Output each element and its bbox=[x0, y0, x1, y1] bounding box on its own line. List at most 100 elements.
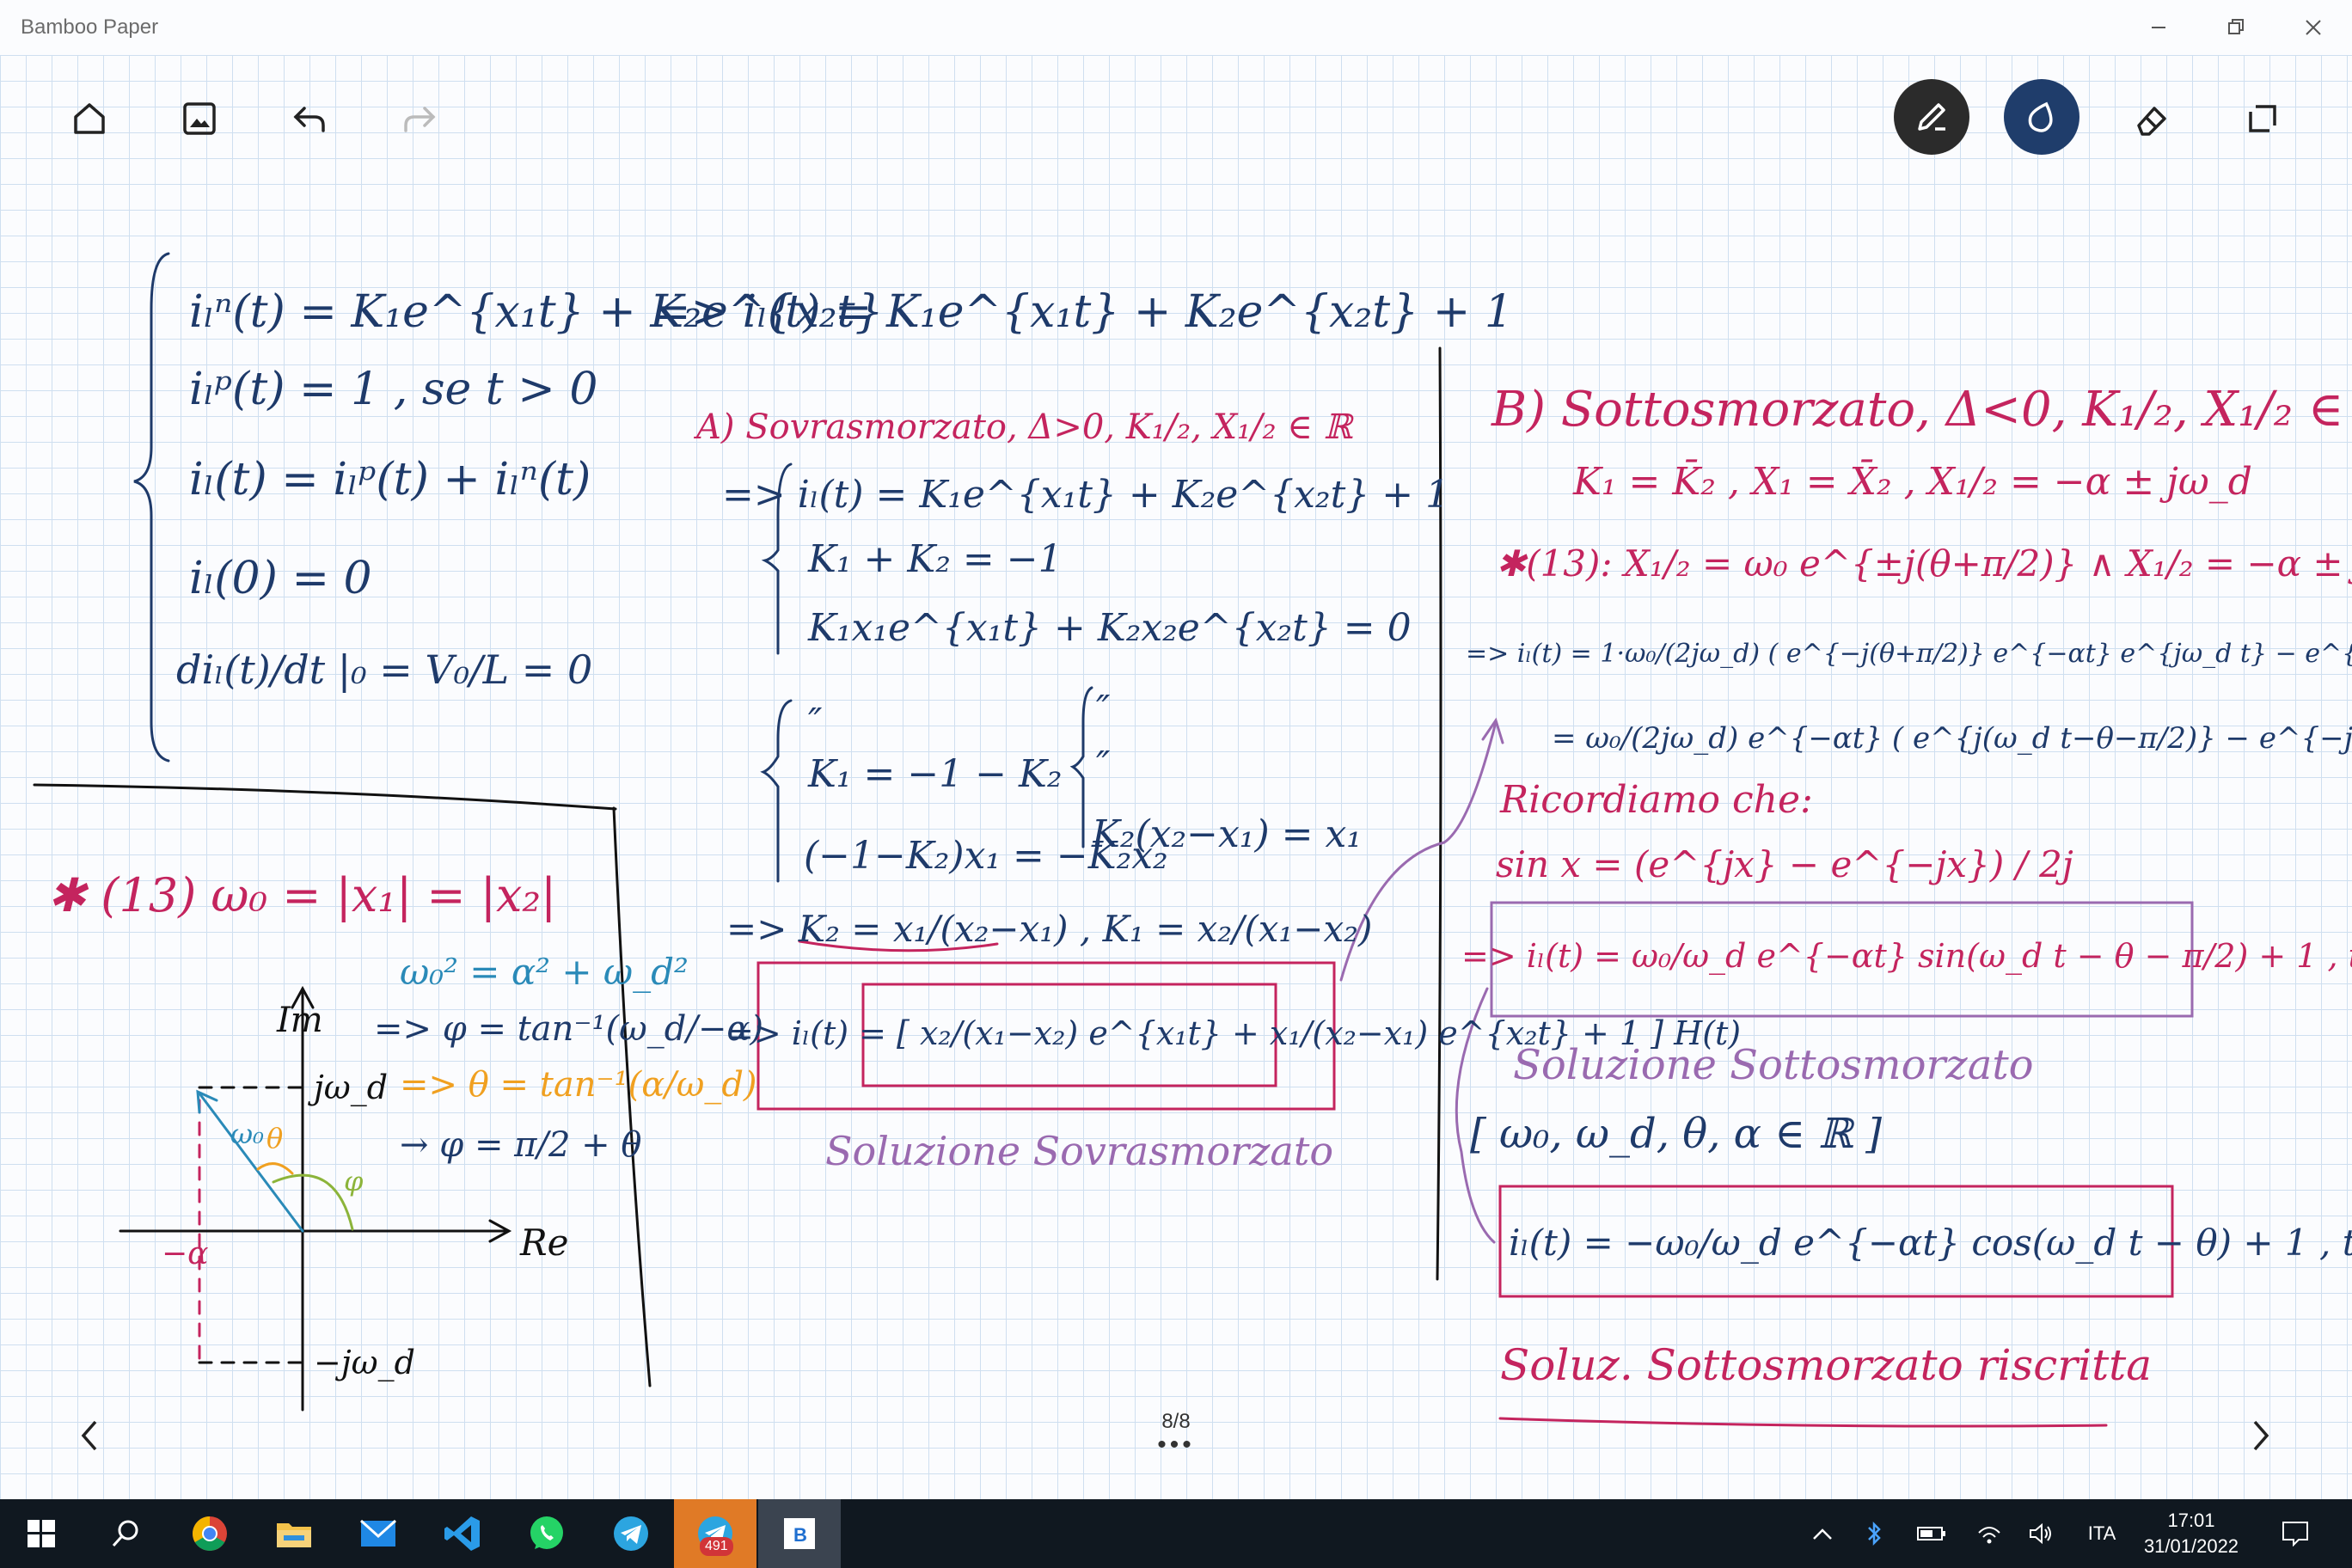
bamboo-paper-icon: B bbox=[784, 1518, 815, 1549]
app-title: Bamboo Paper bbox=[21, 15, 159, 39]
folder-icon bbox=[277, 1523, 311, 1547]
network-tray-button[interactable] bbox=[1970, 1499, 2008, 1568]
angle-theta-label: θ bbox=[266, 1122, 283, 1155]
minimize-button[interactable] bbox=[2120, 0, 2197, 55]
pen-tool-button[interactable] bbox=[1894, 79, 1969, 155]
chrome-icon bbox=[193, 1516, 227, 1551]
windows-taskbar: 491 B ITA 17:01 31/01/2022 bbox=[0, 1499, 2352, 1568]
ink-color-button[interactable] bbox=[2004, 79, 2079, 155]
angle-theta-arc bbox=[256, 1162, 294, 1175]
speaker-icon bbox=[2030, 1522, 2051, 1545]
redo-icon bbox=[404, 107, 436, 132]
sys1-line2: iₗᵖ(t) = 1 , se t > 0 bbox=[189, 364, 597, 415]
title-bar: Bamboo Paper bbox=[0, 0, 2352, 55]
gallery-button[interactable] bbox=[168, 88, 230, 150]
previous-page-button[interactable] bbox=[64, 1401, 115, 1470]
diagram-line2: => φ = tan⁻¹(ω_d/−α) bbox=[374, 1009, 763, 1049]
star13-line: ✱ (13) ω₀ = |x₁| = |x₂| bbox=[47, 868, 556, 922]
handwritten-notes: iₗⁿ(t) = K₁e^{x₁t} + K₂e^{x₂t} iₗᵖ(t) = … bbox=[33, 252, 2352, 1428]
page-menu-button[interactable]: ••• bbox=[1133, 1432, 1219, 1458]
A-line2: K₁ + K₂ = −1 bbox=[807, 537, 1063, 581]
search-button[interactable] bbox=[84, 1499, 167, 1568]
redo-button[interactable] bbox=[389, 88, 450, 150]
tick-neg-alpha: −α bbox=[162, 1236, 208, 1271]
telegram-active-taskbar-button[interactable]: 491 bbox=[674, 1499, 756, 1568]
chrome-taskbar-button[interactable] bbox=[168, 1499, 251, 1568]
A-line8: ″ bbox=[1096, 744, 1111, 787]
mail-taskbar-button[interactable] bbox=[337, 1499, 420, 1568]
start-button[interactable] bbox=[0, 1499, 83, 1568]
vscode-icon bbox=[444, 1516, 480, 1551]
bluetooth-tray-button[interactable] bbox=[1857, 1499, 1891, 1568]
A-line4: ″ bbox=[808, 701, 823, 744]
B-line5: Ricordiamo che: bbox=[1499, 778, 1813, 822]
notification-icon bbox=[2282, 1522, 2308, 1547]
image-icon bbox=[183, 102, 216, 135]
show-hidden-icons-button[interactable] bbox=[1805, 1499, 1840, 1568]
axis-re-label: Re bbox=[519, 1222, 568, 1264]
bamboo-paper-taskbar-button[interactable]: B bbox=[758, 1499, 841, 1568]
whatsapp-icon bbox=[530, 1516, 563, 1549]
clock-date: 31/01/2022 bbox=[2143, 1535, 2239, 1557]
diagram-line4: → φ = π/2 + θ bbox=[400, 1125, 641, 1165]
bluetooth-icon bbox=[1868, 1521, 1881, 1547]
search-icon bbox=[112, 1520, 138, 1547]
A-line7: ″ bbox=[1096, 688, 1111, 732]
minimize-icon bbox=[2152, 27, 2165, 28]
mail-icon bbox=[359, 1519, 397, 1547]
chevron-right-icon bbox=[2253, 1420, 2269, 1451]
B-line2: ✱(13): X₁/₂ = ω₀ e^{±j(θ+π/2)} ∧ X₁/₂ = … bbox=[1496, 542, 2352, 585]
vscode-taskbar-button[interactable] bbox=[421, 1499, 504, 1568]
sys1-line4: iₗ(0) = 0 bbox=[189, 553, 372, 604]
vector-w0 bbox=[198, 1092, 304, 1233]
eraser-icon bbox=[2137, 107, 2166, 136]
battery-tray-button[interactable] bbox=[1913, 1499, 1951, 1568]
A-line5: K₁ = −1 − K₂ bbox=[807, 752, 1063, 796]
window-controls bbox=[2120, 0, 2352, 55]
home-button[interactable] bbox=[58, 88, 120, 150]
brace-A2 bbox=[760, 699, 793, 883]
input-language-button[interactable]: ITA bbox=[2072, 1499, 2132, 1568]
select-tool-button[interactable] bbox=[2232, 88, 2294, 150]
taskbar-clock[interactable]: 17:01 31/01/2022 bbox=[2127, 1508, 2256, 1559]
section-B-title: B) Sottosmorzato, Δ<0, K₁/₂, X₁/₂ ∈ ℂ bbox=[1491, 382, 2352, 438]
chevron-up-icon bbox=[1813, 1528, 1832, 1540]
volume-tray-button[interactable] bbox=[2022, 1499, 2060, 1568]
underline-B2 bbox=[1498, 1417, 2108, 1428]
action-center-button[interactable] bbox=[2269, 1499, 2321, 1568]
A-line3: K₁x₁e^{x₁t} + K₂x₂e^{x₂t} = 0 bbox=[807, 606, 1412, 650]
section-A-title: A) Sovrasmorzato, Δ>0, K₁/₂, X₁/₂ ∈ ℝ bbox=[693, 407, 1355, 447]
B-line3: => iₗ(t) = 1·ω₀/(2jω_d) ( e^{−j(θ+π/2)} … bbox=[1466, 639, 2352, 669]
restore-button[interactable] bbox=[2197, 0, 2275, 55]
close-button[interactable] bbox=[2275, 0, 2352, 55]
home-icon bbox=[74, 103, 105, 134]
next-page-button[interactable] bbox=[2235, 1401, 2287, 1470]
telegram-icon bbox=[614, 1516, 648, 1551]
diagram-line1: ω₀² = α² + ω_d² bbox=[400, 951, 689, 993]
ink-drop-icon bbox=[2028, 101, 2053, 132]
diagram-line3: => θ = tan⁻¹(α/ω_d) bbox=[400, 1065, 757, 1105]
wifi-icon bbox=[1978, 1527, 2000, 1544]
A-line9: K₂(x₂−x₁) = x₁ bbox=[1091, 812, 1362, 856]
B-line7: [ ω₀, ω_d, θ, α ∈ ℝ ] bbox=[1470, 1110, 1882, 1158]
svg-text:B: B bbox=[793, 1524, 807, 1546]
telegram-taskbar-button[interactable] bbox=[590, 1499, 672, 1568]
explorer-taskbar-button[interactable] bbox=[253, 1499, 335, 1568]
A-line10: => K₂ = x₁/(x₂−x₁) , K₁ = x₂/(x₁−x₂) bbox=[726, 908, 1372, 950]
clock-time: 17:01 bbox=[2167, 1510, 2215, 1531]
B-line6: sin x = (e^{jx} − e^{−jx}) / 2j bbox=[1496, 843, 2073, 885]
divider-horizontal-left bbox=[33, 783, 617, 811]
ink-text: iₗⁿ(t) = K₁e^{x₁t} + K₂e^{x₂t} iₗᵖ(t) = … bbox=[47, 286, 2352, 1390]
eraser-tool-button[interactable] bbox=[2122, 88, 2184, 150]
sys1-line3: iₗ(t) = iₗᵖ(t) + iₗⁿ(t) bbox=[189, 454, 591, 505]
close-icon bbox=[2306, 20, 2321, 35]
angle-phi-arc bbox=[272, 1173, 354, 1231]
pen-icon bbox=[1918, 103, 1945, 131]
battery-icon bbox=[1917, 1527, 1945, 1540]
chevron-left-icon bbox=[81, 1420, 97, 1451]
restore-icon bbox=[2228, 19, 2244, 34]
B-line1: K₁ = K̄₂ , X₁ = X̄₂ , X₁/₂ = −α ± jω_d bbox=[1572, 458, 2252, 504]
whatsapp-taskbar-button[interactable] bbox=[505, 1499, 588, 1568]
tick-neg-jwd: −jω_d bbox=[314, 1344, 415, 1382]
undo-button[interactable] bbox=[279, 88, 340, 150]
